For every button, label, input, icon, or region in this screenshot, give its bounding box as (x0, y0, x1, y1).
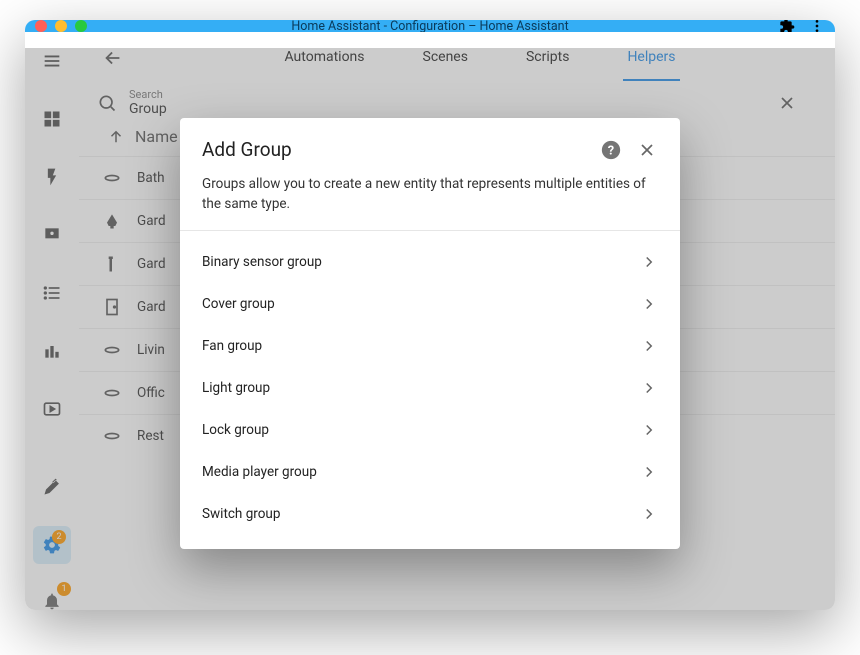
chevron-right-icon (640, 379, 658, 397)
dialog-close-button[interactable] (636, 139, 658, 161)
chevron-right-icon (640, 253, 658, 271)
option-label: Light group (202, 380, 270, 396)
dialog-title: Add Group (202, 138, 586, 161)
group-option-light[interactable]: Light group (180, 367, 680, 409)
option-label: Binary sensor group (202, 254, 322, 270)
chevron-right-icon (640, 505, 658, 523)
app-window: Home Assistant - Configuration – Home As… (25, 20, 835, 610)
group-option-switch[interactable]: Switch group (180, 493, 680, 535)
group-type-list: Binary sensor group Cover group Fan grou… (180, 231, 680, 549)
group-option-binary-sensor[interactable]: Binary sensor group (180, 241, 680, 283)
group-option-lock[interactable]: Lock group (180, 409, 680, 451)
chevron-right-icon (640, 295, 658, 313)
option-label: Cover group (202, 296, 275, 312)
chevron-right-icon (640, 337, 658, 355)
option-label: Media player group (202, 464, 317, 480)
titlebar: Home Assistant - Configuration – Home As… (25, 20, 835, 32)
svg-text:?: ? (608, 143, 614, 158)
group-option-cover[interactable]: Cover group (180, 283, 680, 325)
group-option-media-player[interactable]: Media player group (180, 451, 680, 493)
group-option-fan[interactable]: Fan group (180, 325, 680, 367)
chevron-right-icon (640, 421, 658, 439)
option-label: Switch group (202, 506, 280, 522)
option-label: Fan group (202, 338, 262, 354)
dialog-description: Groups allow you to create a new entity … (180, 167, 680, 230)
add-group-dialog: Add Group ? Groups allow you to create a… (180, 118, 680, 549)
chevron-right-icon (640, 463, 658, 481)
help-button[interactable]: ? (600, 139, 622, 161)
option-label: Lock group (202, 422, 269, 438)
